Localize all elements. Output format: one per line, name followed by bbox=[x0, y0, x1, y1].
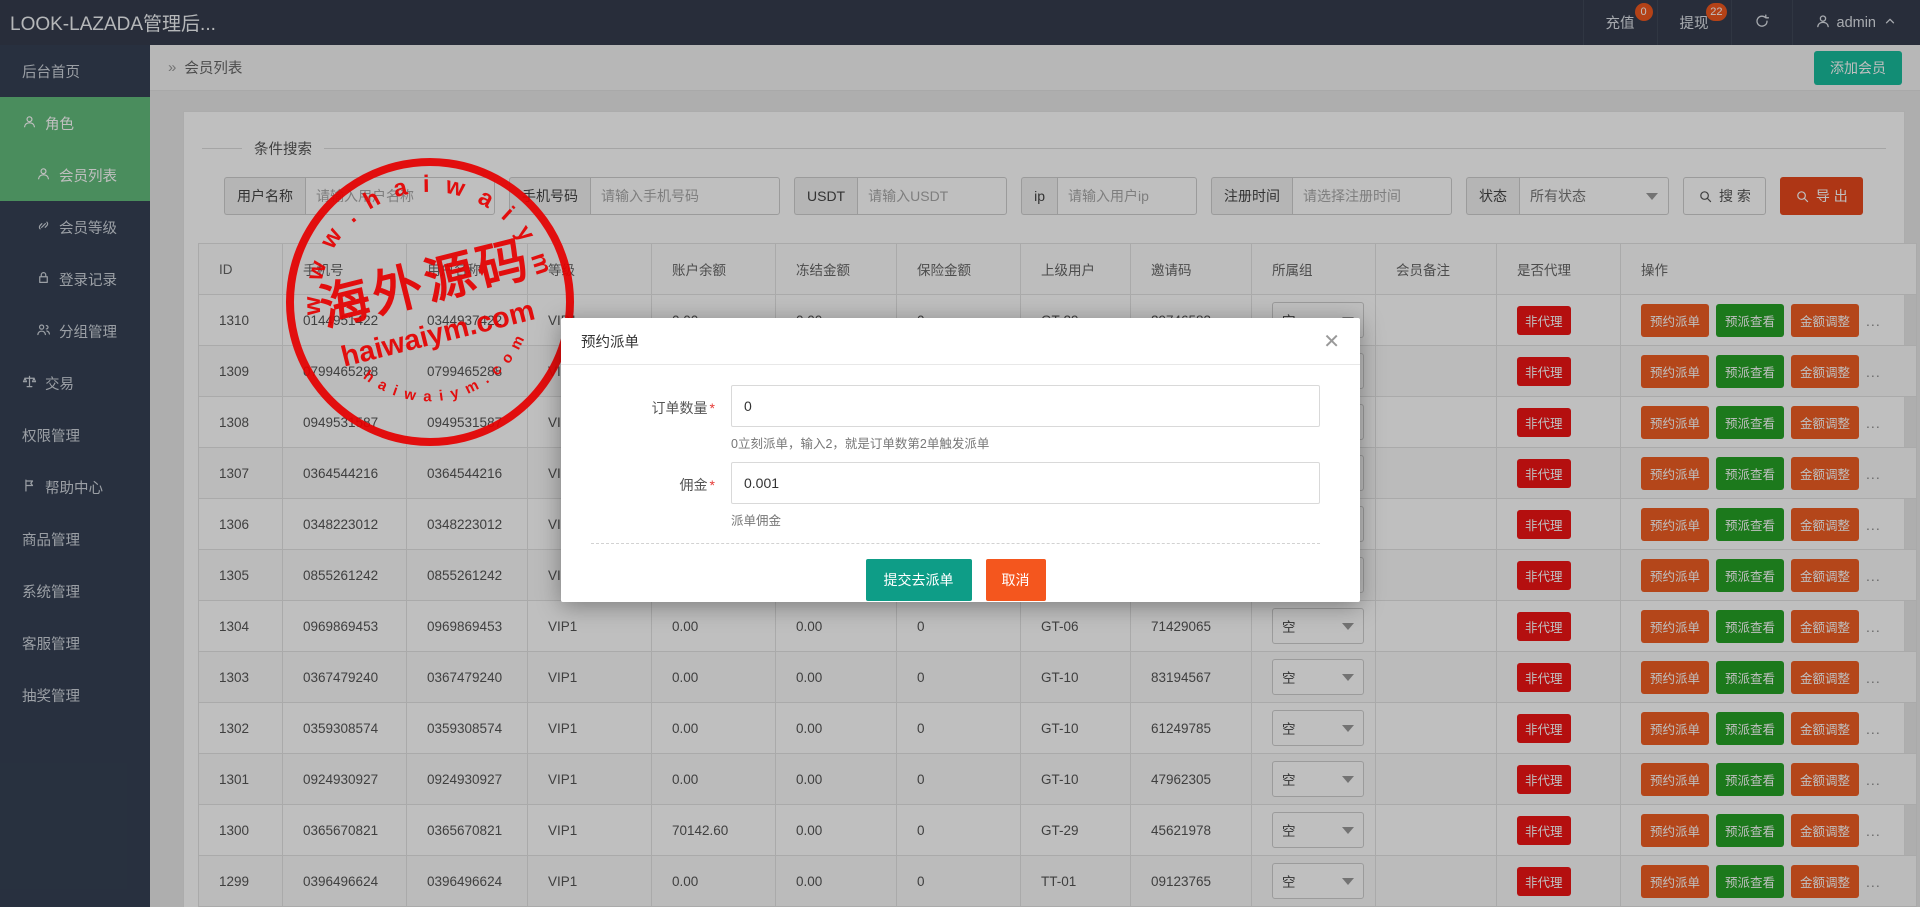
commission-input[interactable] bbox=[731, 462, 1320, 504]
close-icon[interactable]: ✕ bbox=[1323, 331, 1340, 351]
cancel-button[interactable]: 取消 bbox=[986, 559, 1046, 601]
required-asterisk: * bbox=[710, 477, 715, 493]
order-count-helper: 0立刻派单，输入2，就是订单数第2单触发派单 bbox=[731, 433, 1320, 452]
order-count-input[interactable] bbox=[731, 385, 1320, 427]
commission-control: 派单佣金 bbox=[731, 462, 1320, 533]
order-count-label: 订单数量* bbox=[591, 385, 719, 456]
submit-dispatch-button[interactable]: 提交去派单 bbox=[866, 559, 972, 601]
order-count-control: 0立刻派单，输入2，就是订单数第2单触发派单 bbox=[731, 385, 1320, 456]
modal-body: 订单数量* 0立刻派单，输入2，就是订单数第2单触发派单 佣金* 派单佣金 提交… bbox=[561, 365, 1360, 601]
modal-header: 预约派单 ✕ bbox=[561, 318, 1360, 365]
commission-label: 佣金* bbox=[591, 462, 719, 533]
watermark-stamp: w w w . h a i w a i y m . c o m 海外源码 hai… bbox=[280, 152, 580, 457]
dispatch-modal: 预约派单 ✕ 订单数量* 0立刻派单，输入2，就是订单数第2单触发派单 佣金* … bbox=[561, 318, 1360, 602]
modal-footer: 提交去派单 取消 bbox=[591, 543, 1320, 601]
modal-title: 预约派单 bbox=[581, 331, 639, 352]
commission-row: 佣金* 派单佣金 bbox=[591, 462, 1320, 533]
order-count-row: 订单数量* 0立刻派单，输入2，就是订单数第2单触发派单 bbox=[591, 385, 1320, 456]
commission-helper: 派单佣金 bbox=[731, 510, 1320, 529]
required-asterisk: * bbox=[710, 400, 715, 416]
